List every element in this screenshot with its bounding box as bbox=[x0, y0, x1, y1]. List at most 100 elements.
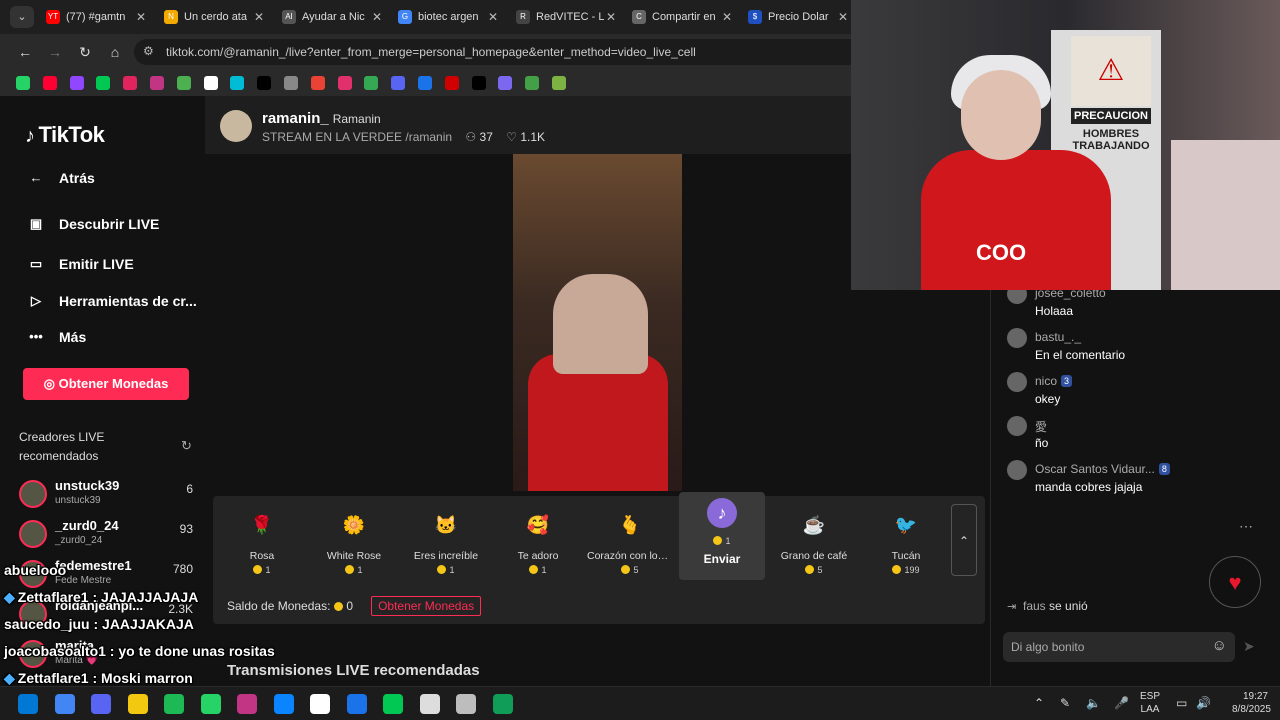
chat-user[interactable]: Oscar Santos Vidaur... 8 bbox=[1035, 462, 1170, 476]
gift-item[interactable]: ☕ Grano de café 5 bbox=[771, 504, 857, 584]
host-avatar[interactable] bbox=[220, 110, 252, 142]
live-video-player[interactable] bbox=[513, 154, 682, 491]
taskbar-app-icon[interactable] bbox=[18, 694, 38, 714]
bookmark-icon[interactable] bbox=[203, 76, 218, 90]
site-info-icon[interactable]: ⚙ bbox=[143, 44, 154, 58]
balance-get-coins-button[interactable]: Obtener Monedas bbox=[371, 596, 482, 616]
gift-item[interactable]: 🌼 White Rose 1 bbox=[311, 504, 397, 584]
taskbar-app-icon[interactable] bbox=[419, 694, 440, 714]
chat-user[interactable]: 愛 bbox=[1035, 418, 1047, 435]
browser-tab[interactable]: AI Ayudar a Nic ✕ bbox=[276, 4, 388, 30]
bookmark-icon[interactable] bbox=[552, 76, 566, 90]
creator-item[interactable]: _zurd0_24 _zurd0_24 93 bbox=[19, 518, 199, 558]
bookmark-icon[interactable] bbox=[498, 76, 513, 90]
taskbar-app-icon[interactable] bbox=[200, 694, 221, 714]
microphone-icon[interactable]: 🎤 bbox=[1114, 697, 1129, 710]
tab-close-icon[interactable]: ✕ bbox=[372, 4, 382, 30]
bookmark-icon[interactable] bbox=[16, 76, 30, 90]
bookmark-icon[interactable] bbox=[150, 76, 164, 90]
browser-tab[interactable]: $ Precio Dolar ✕ bbox=[742, 4, 854, 30]
bookmark-icon[interactable] bbox=[284, 76, 298, 90]
nav-back[interactable]: ← Atrás bbox=[25, 166, 95, 190]
network-tray-icon[interactable]: ✎ bbox=[1060, 697, 1070, 710]
home-icon[interactable]: ⌂ bbox=[106, 43, 124, 61]
bookmark-icon[interactable] bbox=[418, 76, 432, 90]
gift-item[interactable]: ♪ 1 Enviar bbox=[679, 492, 765, 580]
tab-close-icon[interactable]: ✕ bbox=[722, 4, 732, 30]
gift-item[interactable]: 🥰 Te adoro 1 bbox=[495, 504, 581, 584]
bookmark-icon[interactable] bbox=[230, 76, 245, 90]
browser-tab[interactable]: YT (77) #gamtn ✕ bbox=[40, 4, 152, 30]
chat-avatar[interactable] bbox=[1007, 328, 1027, 348]
browser-tab[interactable]: C Compartir en ✕ bbox=[626, 4, 738, 30]
url-field[interactable]: ⚙ tiktok.com/@ramanin_/live?enter_from_m… bbox=[134, 39, 851, 65]
bookmark-icon[interactable] bbox=[69, 76, 84, 90]
send-icon[interactable]: ➤ bbox=[1243, 638, 1255, 655]
speaker-icon[interactable]: 🔊 bbox=[1196, 697, 1211, 710]
browser-tab[interactable]: R RedVITEC - L ✕ bbox=[510, 4, 622, 30]
taskbar-app-icon[interactable] bbox=[346, 694, 367, 714]
chat-user[interactable]: bastu_._ bbox=[1035, 330, 1081, 344]
nav-discover-live[interactable]: ▣ Descubrir LIVE bbox=[25, 212, 160, 236]
forward-arrow-icon[interactable]: → bbox=[46, 43, 64, 61]
chat-avatar[interactable] bbox=[1007, 372, 1027, 392]
tray-chevron-icon[interactable]: ⌃ bbox=[1034, 697, 1044, 710]
gift-item[interactable]: 🐱 Eres increíble 1 bbox=[403, 504, 489, 584]
taskbar-app-icon[interactable] bbox=[91, 694, 111, 714]
wifi-icon[interactable]: ▭ bbox=[1176, 697, 1187, 710]
get-coins-button[interactable]: ◎ Obtener Monedas bbox=[23, 368, 189, 400]
bookmark-icon[interactable] bbox=[364, 76, 379, 90]
taskbar-app-icon[interactable] bbox=[164, 694, 184, 714]
bookmark-icon[interactable] bbox=[337, 76, 352, 90]
chat-avatar[interactable] bbox=[1007, 416, 1027, 436]
bookmark-icon[interactable] bbox=[391, 76, 406, 90]
taskbar-app-icon[interactable] bbox=[310, 694, 330, 714]
taskbar-app-icon[interactable] bbox=[273, 694, 294, 714]
browser-tab[interactable]: N Un cerdo ata ✕ bbox=[158, 4, 270, 30]
gift-item[interactable]: 🫰 Corazón con los ... 5 bbox=[587, 504, 673, 584]
chat-user[interactable]: nico 3 bbox=[1035, 374, 1073, 388]
taskbar-app-icon[interactable] bbox=[127, 694, 148, 714]
host-name[interactable]: ramanin_ Ramanin bbox=[262, 110, 381, 127]
bookmark-icon[interactable] bbox=[310, 76, 325, 90]
chat-input[interactable] bbox=[1003, 632, 1235, 662]
tab-close-icon[interactable]: ✕ bbox=[254, 4, 264, 30]
taskbar-app-icon[interactable] bbox=[456, 694, 476, 714]
expand-gifts-chevron-icon[interactable]: ⌃ bbox=[951, 504, 977, 576]
taskbar-app-icon[interactable] bbox=[54, 694, 75, 714]
nav-creator-tools[interactable]: ▷ Herramientas de cr... bbox=[25, 289, 197, 313]
tiktok-logo[interactable]: ♪ TikTok bbox=[25, 122, 105, 148]
nav-more[interactable]: ••• Más bbox=[25, 325, 86, 349]
more-options-icon[interactable]: ⋯ bbox=[1239, 518, 1253, 535]
tab-close-icon[interactable]: ✕ bbox=[606, 4, 616, 30]
creator-item[interactable]: unstuck39 unstuck39 6 bbox=[19, 478, 199, 518]
taskbar-app-icon[interactable] bbox=[237, 694, 257, 714]
bookmark-icon[interactable] bbox=[471, 76, 486, 90]
gift-item[interactable]: 🐦 Tucán 199 bbox=[863, 504, 949, 584]
nav-go-live[interactable]: ▭ Emitir LIVE bbox=[25, 252, 134, 276]
bookmark-icon[interactable] bbox=[42, 76, 57, 90]
bookmark-icon[interactable] bbox=[444, 76, 459, 90]
reload-icon[interactable]: ↻ bbox=[76, 43, 94, 61]
emoji-icon[interactable]: ☺ bbox=[1212, 637, 1227, 654]
bookmark-icon[interactable] bbox=[176, 76, 191, 90]
volume-tray-icon[interactable]: 🔈 bbox=[1086, 697, 1101, 710]
like-heart-button[interactable]: ♥ bbox=[1209, 556, 1261, 608]
taskbar-app-icon[interactable] bbox=[383, 694, 403, 714]
tab-close-icon[interactable]: ✕ bbox=[838, 4, 848, 30]
bookmark-icon[interactable] bbox=[96, 76, 111, 90]
send-gift-button[interactable]: Enviar bbox=[679, 552, 765, 566]
bookmark-icon[interactable] bbox=[257, 76, 272, 90]
chat-avatar[interactable] bbox=[1007, 460, 1027, 480]
language-indicator[interactable]: ESP LAA bbox=[1140, 690, 1160, 716]
gift-item[interactable]: 🌹 Rosa 1 bbox=[219, 504, 305, 584]
bookmark-icon[interactable] bbox=[123, 76, 138, 90]
tab-close-icon[interactable]: ✕ bbox=[488, 4, 498, 30]
browser-tab[interactable]: Gbiotec argen ✕ bbox=[392, 4, 504, 30]
back-arrow-icon[interactable]: ← bbox=[16, 43, 34, 61]
bookmark-icon[interactable] bbox=[525, 76, 540, 90]
taskbar-app-icon[interactable] bbox=[492, 694, 513, 714]
tab-close-icon[interactable]: ✕ bbox=[136, 4, 146, 30]
clock[interactable]: 19:27 8/8/2025 bbox=[1232, 690, 1271, 716]
refresh-icon[interactable]: ↻ bbox=[181, 438, 192, 454]
